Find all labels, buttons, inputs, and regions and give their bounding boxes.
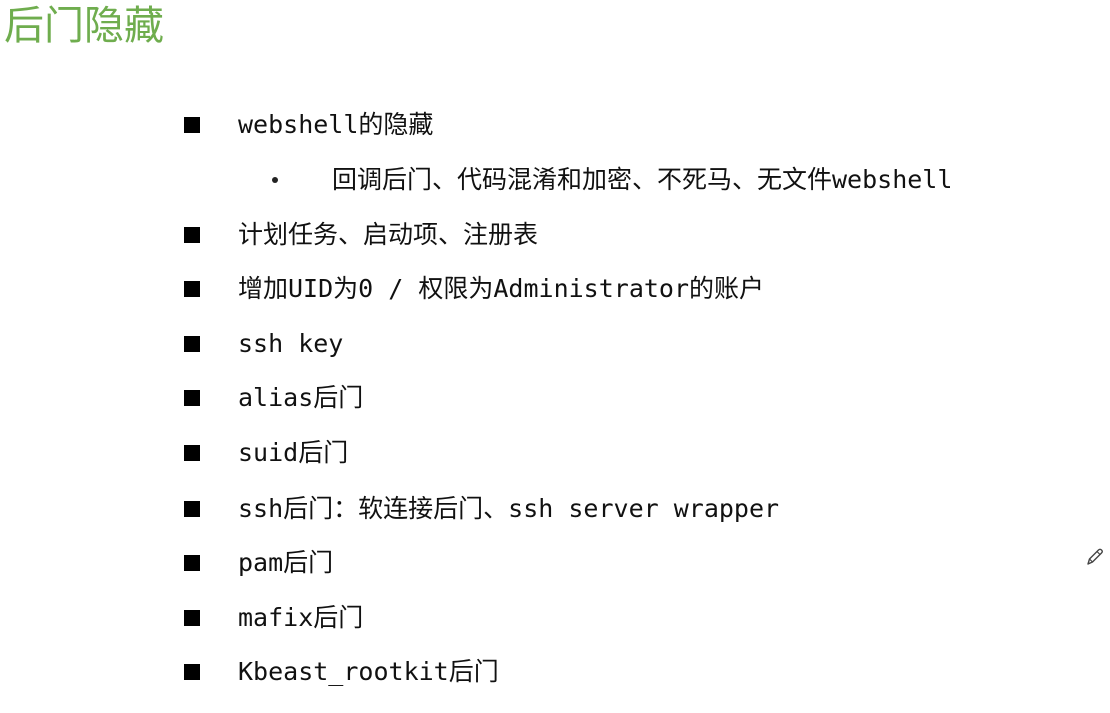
list-item-text: ssh后门：软连接后门、ssh server wrapper xyxy=(238,494,780,523)
list-item: webshell的隐藏 xyxy=(184,108,433,142)
list-item-text: Kbeast_rootkit后门 xyxy=(238,657,499,686)
list-item: alias后门 xyxy=(184,381,363,415)
slide: 后门隐藏 webshell的隐藏 回调后门、代码混淆和加密、不死马、无文件web… xyxy=(0,0,1110,713)
round-bullet-icon xyxy=(272,177,278,183)
list-item: 计划任务、启动项、注册表 xyxy=(184,218,538,252)
list-item-text: 增加UID为0 / 权限为Administrator的账户 xyxy=(238,274,765,303)
list-item-text: mafix后门 xyxy=(238,603,364,632)
list-item: mafix后门 xyxy=(184,601,363,635)
sub-list-item: 回调后门、代码混淆和加密、不死马、无文件webshell xyxy=(272,163,952,197)
square-bullet-icon xyxy=(184,227,200,243)
list-item: ssh key xyxy=(184,327,343,361)
bullet-list: webshell的隐藏 回调后门、代码混淆和加密、不死马、无文件webshell… xyxy=(0,0,1110,713)
list-item-text: alias后门 xyxy=(238,383,364,412)
list-item: Kbeast_rootkit后门 xyxy=(184,655,499,689)
pencil-icon[interactable] xyxy=(1084,546,1106,568)
list-item: ssh后门：软连接后门、ssh server wrapper xyxy=(184,492,779,526)
list-item: pam后门 xyxy=(184,546,333,580)
list-item-text: 计划任务、启动项、注册表 xyxy=(238,220,539,249)
sub-list-item-text: 回调后门、代码混淆和加密、不死马、无文件webshell xyxy=(332,165,953,194)
list-item-text: suid后门 xyxy=(238,438,349,467)
list-item: suid后门 xyxy=(184,436,348,470)
square-bullet-icon xyxy=(184,281,200,297)
square-bullet-icon xyxy=(184,501,200,517)
square-bullet-icon xyxy=(184,664,200,680)
square-bullet-icon xyxy=(184,555,200,571)
square-bullet-icon xyxy=(184,610,200,626)
list-item-text: ssh key xyxy=(238,329,344,358)
list-item: 增加UID为0 / 权限为Administrator的账户 xyxy=(184,272,764,306)
square-bullet-icon xyxy=(184,390,200,406)
square-bullet-icon xyxy=(184,445,200,461)
list-item-text: webshell的隐藏 xyxy=(238,110,434,139)
square-bullet-icon xyxy=(184,117,200,133)
square-bullet-icon xyxy=(184,336,200,352)
list-item-text: pam后门 xyxy=(238,548,334,577)
